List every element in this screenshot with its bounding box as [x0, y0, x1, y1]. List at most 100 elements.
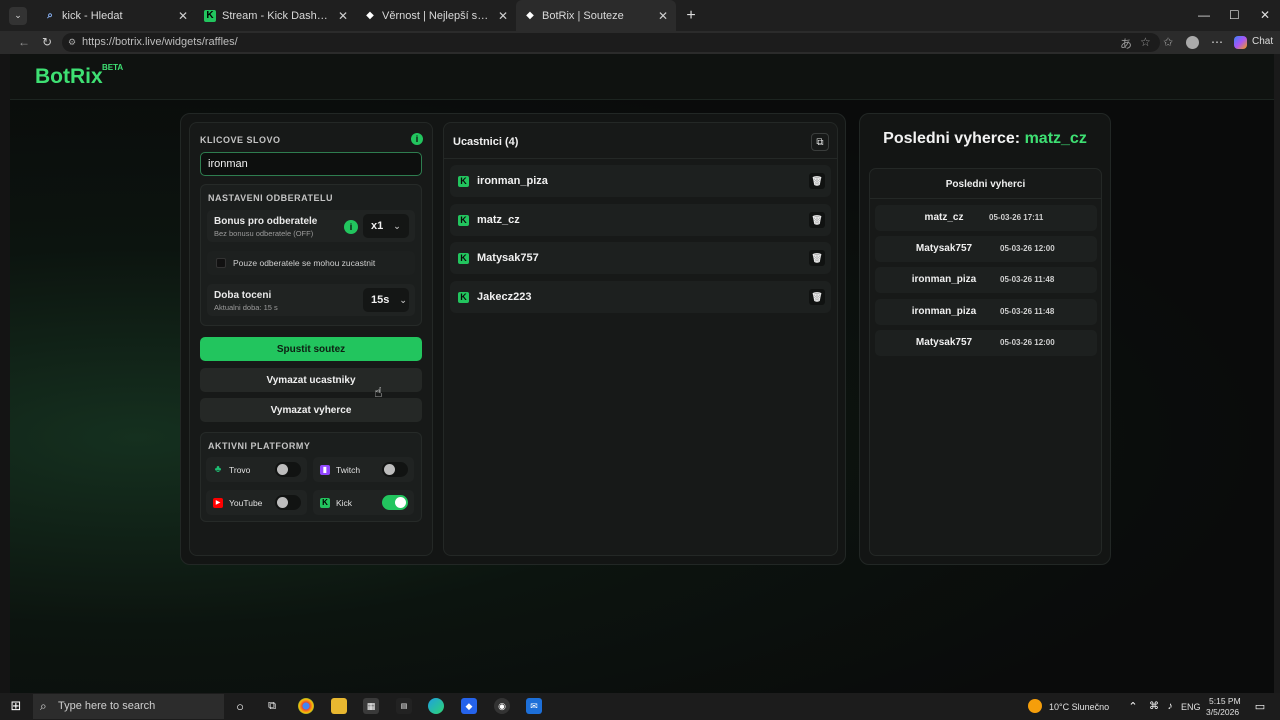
kick-icon: K: [458, 291, 469, 303]
weather-text[interactable]: 10°C Slunečno: [1049, 702, 1109, 712]
window-close-icon[interactable]: ✕: [1260, 8, 1270, 22]
network-icon[interactable]: ⌘: [1146, 698, 1162, 714]
participant-name: Jakecz223: [477, 291, 532, 303]
store-icon[interactable]: ▦: [363, 698, 379, 714]
app-icon[interactable]: ◆: [461, 698, 477, 714]
divider: [444, 158, 837, 159]
mail-icon[interactable]: ✉: [526, 698, 542, 714]
url-field[interactable]: ⚙ https://botrix.live/widgets/raffles/: [62, 33, 1160, 52]
search-icon: ⌕: [40, 699, 47, 713]
platform-youtube: ▶ YouTube: [206, 490, 307, 515]
winner-name: ironman_piza: [911, 306, 977, 317]
cortana-icon[interactable]: ○: [232, 698, 248, 714]
browser-address-bar: ← ↻ ⚙ https://botrix.live/widgets/raffle…: [0, 31, 1280, 54]
close-icon[interactable]: ✕: [658, 9, 668, 23]
winner-row: ironman_piza 05-03-26 11:48: [875, 267, 1097, 293]
volume-icon[interactable]: ♪: [1162, 698, 1178, 714]
taskbar-date[interactable]: 3/5/2026: [1206, 707, 1239, 717]
close-icon[interactable]: ✕: [498, 9, 508, 23]
browser-tab[interactable]: K Stream - Kick Dashboard ✕: [196, 0, 356, 31]
winner-time: 05-03-26 12:00: [1000, 338, 1055, 347]
windows-start-icon[interactable]: ⊞: [8, 698, 24, 714]
clear-participants-button[interactable]: Vymazat ucastniky: [200, 368, 422, 392]
edge-icon[interactable]: [428, 698, 444, 714]
browser-tab-bar: ⌄ ⌕ kick - Hledat ✕ K Stream - Kick Dash…: [0, 0, 1280, 31]
browser-tab-active[interactable]: ◆ BotRix | Souteze ✕: [516, 0, 676, 31]
participants-title: Ucastnici (4): [453, 136, 519, 148]
taskbar-time[interactable]: 5:15 PM: [1209, 696, 1241, 706]
tab-menu-button[interactable]: ⌄: [0, 0, 36, 31]
chrome-icon[interactable]: [298, 698, 314, 714]
twitch-toggle[interactable]: [382, 462, 408, 477]
browser-tab[interactable]: ⌕ kick - Hledat ✕: [36, 0, 196, 31]
bonus-multiplier-select[interactable]: x1 ⌄: [363, 214, 409, 238]
spin-duration-select[interactable]: 15s ⌄: [363, 288, 409, 312]
file-explorer-icon[interactable]: [331, 698, 347, 714]
maximize-icon[interactable]: ☐: [1229, 8, 1240, 22]
participant-name: matz_cz: [477, 214, 520, 226]
trash-icon[interactable]: 🗑: [809, 289, 825, 305]
bonus-row: Bonus pro odberatele Bez bonusu odberate…: [207, 210, 415, 242]
subs-only-row[interactable]: Pouze odberatele se mohou zucastnit: [207, 251, 415, 275]
notifications-icon[interactable]: ▭: [1252, 698, 1268, 714]
trash-icon[interactable]: 🗑: [809, 212, 825, 228]
chevron-up-icon[interactable]: ⌃: [1125, 698, 1141, 714]
platform-twitch: ▮ Twitch: [313, 457, 414, 482]
back-icon[interactable]: ←: [18, 35, 30, 49]
kick-toggle[interactable]: [382, 495, 408, 510]
winner-name: Matysak757: [915, 243, 973, 254]
info-icon[interactable]: i: [344, 220, 358, 234]
youtube-toggle[interactable]: [275, 495, 301, 510]
obs-icon[interactable]: ◉: [494, 698, 510, 714]
trovo-toggle[interactable]: [275, 462, 301, 477]
reload-icon[interactable]: ↻: [42, 35, 52, 49]
close-icon[interactable]: ✕: [178, 9, 188, 23]
site-logo[interactable]: BotRix: [35, 65, 103, 89]
copilot-icon[interactable]: [1234, 36, 1247, 49]
platform-label: YouTube: [229, 497, 263, 508]
winners-list: Posledni vyherci matz_cz 05-03-26 17:11 …: [869, 168, 1102, 556]
close-icon[interactable]: ✕: [338, 9, 348, 23]
spin-duration-value: 15s: [371, 294, 390, 306]
translate-icon[interactable]: あ: [1120, 35, 1132, 52]
star-icon[interactable]: ☆: [1140, 35, 1151, 49]
last-winner-name: matz_cz: [1024, 130, 1087, 147]
trash-icon[interactable]: 🗑: [809, 250, 825, 266]
taskbar-search[interactable]: ⌕ Type here to search: [33, 694, 224, 719]
task-view-icon[interactable]: ⧉: [264, 698, 280, 714]
chat-label[interactable]: Chat: [1252, 36, 1273, 47]
app-icon[interactable]: ▤: [396, 698, 412, 714]
winners-list-title: Posledni vyherci: [945, 179, 1026, 190]
chevron-down-icon: ⌄: [9, 6, 27, 25]
tab-label: BotRix | Souteze: [542, 9, 624, 22]
info-icon[interactable]: i: [411, 133, 423, 145]
trash-icon[interactable]: 🗑: [809, 173, 825, 189]
page-scrollbar[interactable]: [1274, 54, 1280, 693]
start-raffle-button[interactable]: Spustit soutez: [200, 337, 422, 361]
divider: [870, 198, 1101, 199]
winner-row: ironman_piza 05-03-26 11:48: [875, 299, 1097, 325]
desktop-edge-strip: [0, 54, 10, 693]
chevron-down-icon: ⌄: [393, 220, 401, 231]
language-indicator[interactable]: ENG: [1181, 702, 1201, 712]
subs-only-checkbox[interactable]: [216, 258, 226, 268]
profile-avatar[interactable]: [1186, 36, 1199, 49]
new-tab-button[interactable]: +: [676, 0, 706, 31]
clear-winners-button[interactable]: Vymazat vyherce: [200, 398, 422, 422]
keyword-input[interactable]: [200, 152, 422, 176]
platform-label: Kick: [336, 497, 353, 508]
platforms-settings: AKTIVNI PLATFORMY ♣ Trovo ▮ Twitch ▶ You…: [200, 432, 422, 522]
more-icon[interactable]: ⋯: [1211, 35, 1223, 49]
taskbar-search-placeholder: Type here to search: [58, 700, 156, 712]
tab-label: Stream - Kick Dashboard: [222, 9, 332, 22]
subscriber-settings: NASTAVENI ODBERATELU Bonus pro odberatel…: [200, 184, 422, 326]
platforms-label: AKTIVNI PLATFORMY: [208, 441, 311, 451]
favorites-icon[interactable]: ✩: [1163, 35, 1173, 49]
browser-tab[interactable]: ◆ Věrnost | Nejlepší software pro vyl ✕: [356, 0, 516, 31]
copy-icon[interactable]: ⧉: [811, 133, 829, 151]
winner-row: matz_cz 05-03-26 17:11: [875, 205, 1097, 231]
bonus-subtitle: Bez bonusu odberatele (OFF): [214, 229, 314, 238]
site-info-icon[interactable]: ⚙: [68, 33, 76, 52]
minimize-icon[interactable]: —: [1198, 8, 1210, 22]
taskbar: ⊞ ⌕ Type here to search ○ ⧉ ▦ ▤ ◆ ◉ ✉ 10…: [0, 693, 1280, 720]
